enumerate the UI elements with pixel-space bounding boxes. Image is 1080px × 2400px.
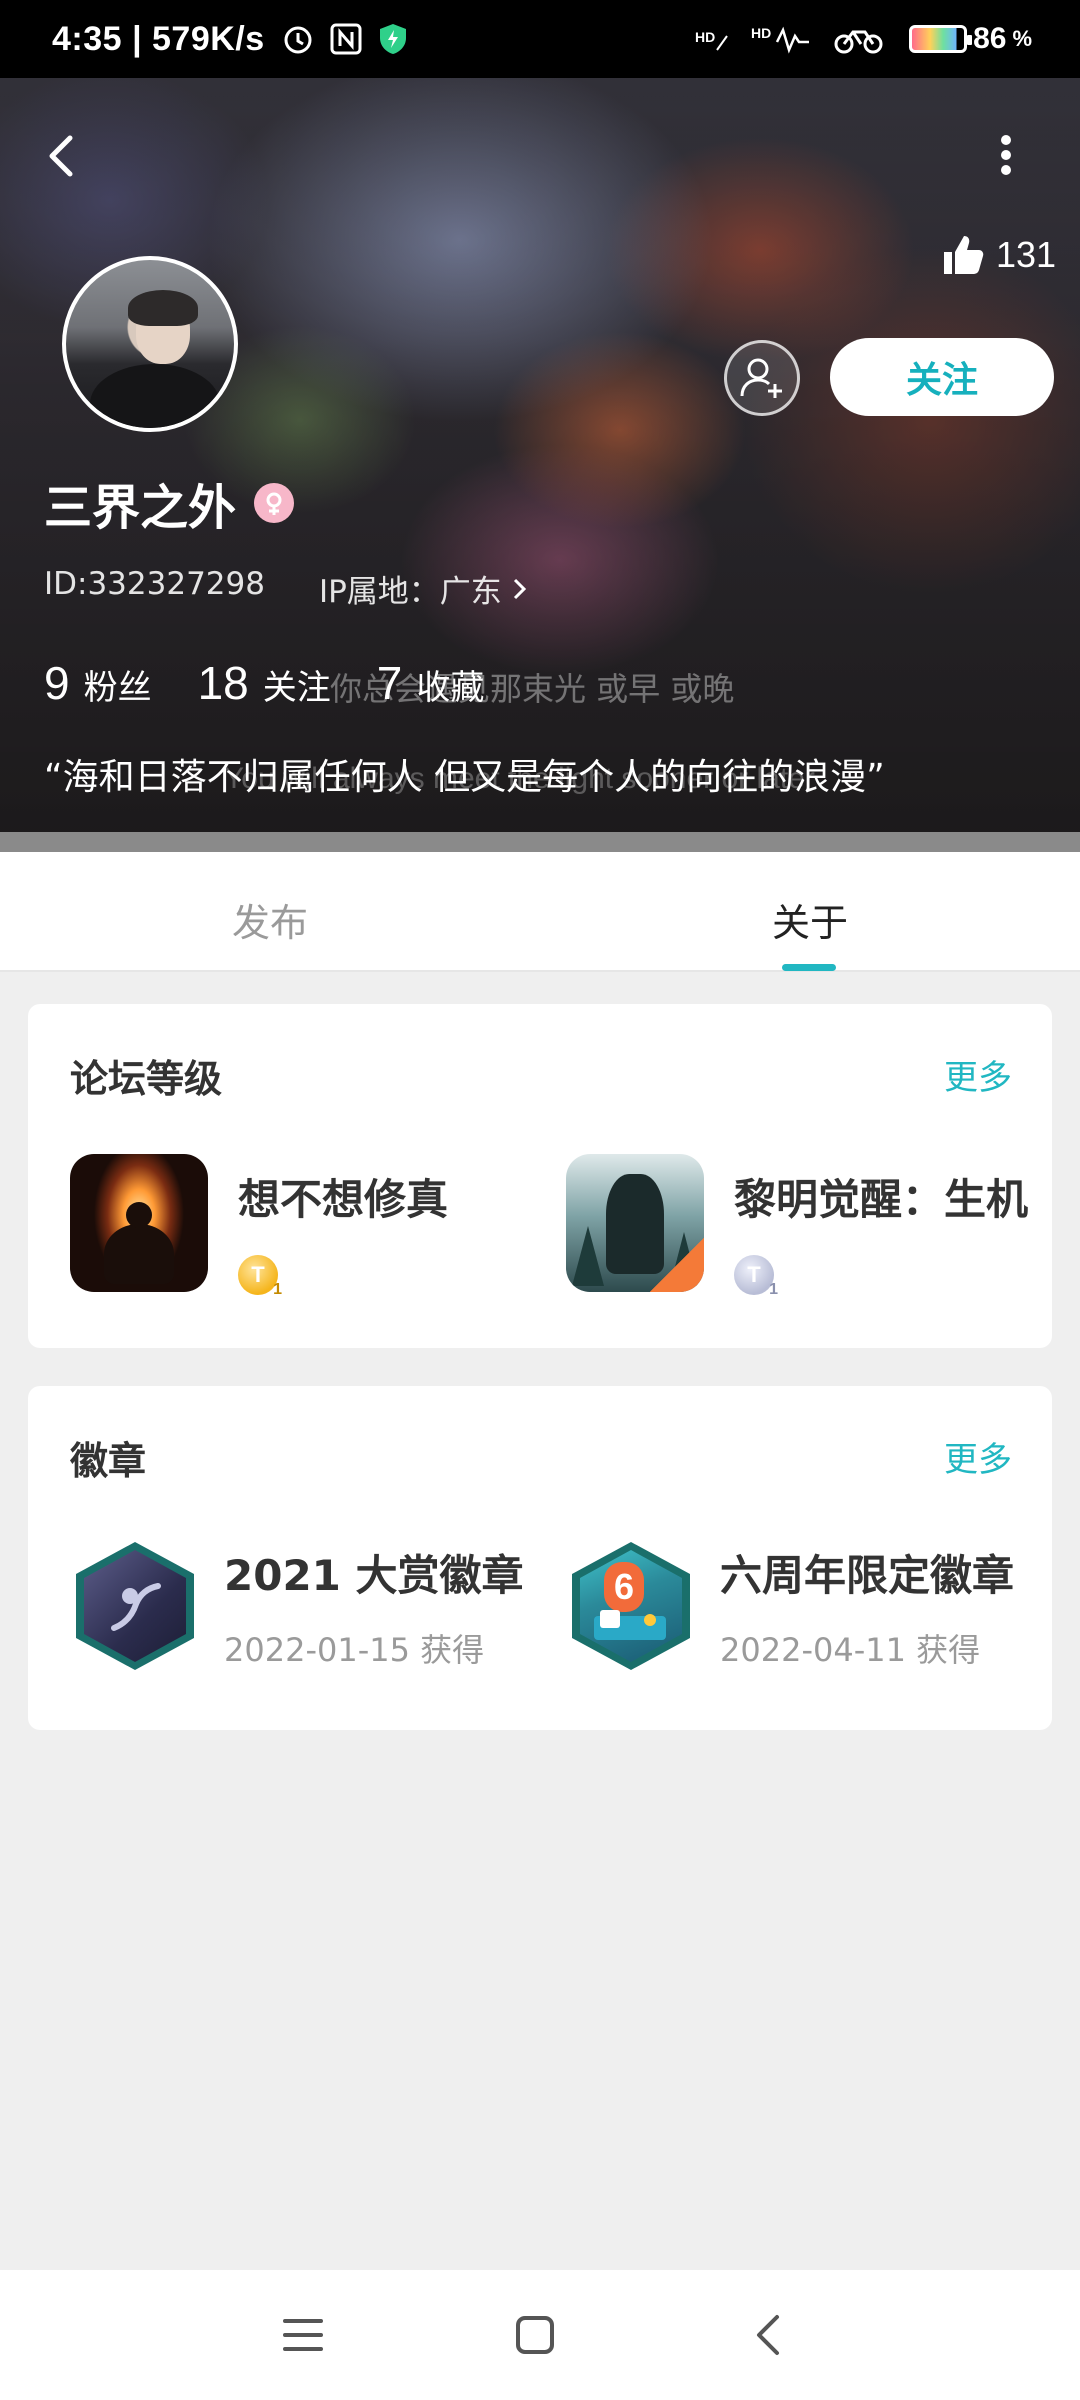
- badge-name: 六周年限定徽章: [720, 1551, 1015, 1600]
- level-letter: T: [251, 1262, 265, 1287]
- username: 三界之外: [44, 480, 237, 536]
- thumbs-up-icon: [944, 236, 984, 274]
- status-left-icons: [281, 22, 409, 56]
- card-title: 论坛等级: [70, 1057, 223, 1101]
- add-friend-button[interactable]: [724, 340, 800, 416]
- battery-indicator: 86%: [909, 22, 1032, 56]
- stat-count: 9: [44, 657, 70, 709]
- user-id: ID:332327298: [44, 566, 265, 602]
- more-options-button[interactable]: [990, 130, 1022, 180]
- badge-item[interactable]: 2021 大赏徽章 2022-01-15 获得: [70, 1536, 524, 1676]
- stats-row: 9 粉丝 18 关注 7 收藏: [44, 656, 530, 710]
- badge-2021-icon: [70, 1536, 200, 1676]
- tab-posts[interactable]: 发布: [232, 892, 308, 947]
- nfc-icon: [330, 23, 362, 55]
- battery-percent: 86: [973, 22, 1007, 55]
- stat-favorites[interactable]: 7 收藏: [377, 656, 485, 710]
- profile-tabs: 发布 关于: [0, 852, 1080, 972]
- stat-following[interactable]: 18 关注: [198, 656, 331, 710]
- follow-button[interactable]: 关注: [830, 338, 1054, 416]
- back-button[interactable]: [38, 128, 88, 184]
- alarm-icon: [284, 26, 312, 54]
- female-gender-icon: [254, 483, 295, 523]
- nav-back-button[interactable]: [736, 2302, 802, 2368]
- stat-fans[interactable]: 9 粉丝: [44, 656, 152, 710]
- stat-label: 收藏: [416, 668, 485, 708]
- badge-item[interactable]: 6 六周年限定徽章 2022-04-11 获得: [566, 1536, 1014, 1676]
- user-bio: “海和日落不归属任何人 但又是每个人的向往的浪漫”: [44, 757, 885, 798]
- badge-name: 2021 大赏徽章: [224, 1551, 524, 1600]
- badge-date: 2022-04-11 获得: [720, 1631, 981, 1669]
- status-net-speed: | 579K/s: [132, 19, 265, 58]
- shield-icon: [379, 24, 406, 54]
- forum-item[interactable]: 想不想修真 T1: [70, 1154, 449, 1298]
- forum-name: 想不想修真: [238, 1175, 449, 1224]
- menu-icon: [283, 2319, 323, 2351]
- battery-icon: [909, 25, 973, 53]
- nav-menu-button[interactable]: [270, 2302, 336, 2368]
- forum-name: 黎明觉醒：生机: [734, 1175, 1029, 1224]
- badge-more-link[interactable]: 更多: [944, 1432, 1012, 1481]
- status-right-icons: HD HD 86%: [695, 22, 1032, 56]
- svg-text:HD: HD: [751, 25, 771, 41]
- system-nav-bar: [0, 2270, 1080, 2400]
- badge-card: 徽章 更多 2021 大赏徽章 2022-01-15 获得 6 六周年限定徽章: [28, 1386, 1052, 1730]
- add-user-icon: [740, 358, 782, 398]
- profile-screen: 4:35 | 579K/s HD HD 86% 131 关注 三界之外 ID:3…: [0, 0, 1080, 2400]
- stat-count: 18: [197, 657, 249, 709]
- tab-about[interactable]: 关于: [772, 892, 848, 947]
- level-letter: T: [747, 1262, 761, 1287]
- level-badge-icon: T1: [734, 1255, 778, 1298]
- svg-text:HD: HD: [695, 29, 715, 45]
- stat-label: 关注: [262, 668, 331, 708]
- user-meta: ID:332327298 IP属地：广东: [44, 566, 528, 611]
- nav-home-button[interactable]: [502, 2302, 568, 2368]
- badge-date: 2022-01-15 获得: [224, 1631, 485, 1669]
- status-bar: 4:35 | 579K/s HD HD 86%: [0, 0, 1080, 78]
- ip-location: IP属地：广东: [318, 574, 502, 610]
- battery-unit: %: [1012, 26, 1032, 51]
- username-row: 三界之外: [44, 468, 295, 538]
- tab-active-indicator: [782, 964, 836, 971]
- like-counter[interactable]: 131: [940, 232, 1056, 278]
- ip-location-link[interactable]: IP属地：广东: [319, 566, 528, 611]
- hd-signal-icon: HD: [751, 25, 810, 54]
- stat-label: 粉丝: [83, 668, 152, 708]
- more-vertical-icon: [1001, 135, 1011, 175]
- bike-icon: [834, 30, 883, 54]
- square-icon: [516, 2316, 554, 2354]
- status-time: 4:35: [52, 19, 123, 58]
- forum-game-icon: [566, 1154, 704, 1292]
- forum-more-link[interactable]: 更多: [944, 1050, 1012, 1099]
- avatar-hair: [128, 290, 198, 326]
- header-divider: [0, 832, 1080, 852]
- hd-icon: HD: [695, 29, 728, 51]
- number-six-icon: 6: [604, 1562, 644, 1612]
- card-title: 徽章: [70, 1439, 147, 1483]
- level-badge-icon: T1: [238, 1255, 282, 1298]
- forum-game-icon: [70, 1154, 208, 1292]
- chevron-left-icon: [49, 135, 73, 177]
- chevron-right-icon: [513, 578, 526, 599]
- chevron-left-icon: [757, 2315, 779, 2355]
- like-count: 131: [996, 234, 1057, 275]
- forum-level-card: 论坛等级 更多 想不想修真 T1 黎明觉醒：生机 T1: [28, 1004, 1052, 1348]
- avatar-body: [90, 364, 220, 428]
- avatar[interactable]: [62, 256, 238, 432]
- stat-count: 7: [376, 657, 403, 709]
- forum-item[interactable]: 黎明觉醒：生机 T1: [566, 1154, 1029, 1298]
- badge-anniversary-icon: 6: [566, 1536, 696, 1676]
